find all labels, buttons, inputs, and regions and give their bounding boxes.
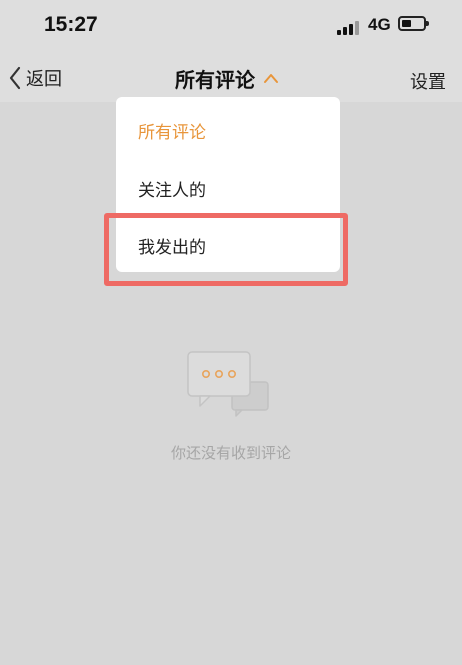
signal-icon bbox=[337, 19, 363, 35]
status-time: 15:27 bbox=[44, 13, 98, 36]
menu-item-following[interactable]: 关注人的 bbox=[116, 159, 340, 217]
chevron-up-icon bbox=[264, 74, 278, 83]
network-type: 4G bbox=[368, 15, 391, 34]
nav-bar: 返回 所有评论 设置 bbox=[0, 52, 462, 102]
page-title: 所有评论 bbox=[175, 67, 255, 92]
comment-bubbles-icon bbox=[187, 351, 269, 417]
back-button[interactable]: 返回 bbox=[8, 64, 62, 92]
status-bar: 15:27 4G bbox=[0, 0, 462, 52]
battery-icon bbox=[398, 16, 429, 31]
title-dropdown-toggle[interactable]: 所有评论 bbox=[175, 64, 279, 92]
empty-state-text: 你还没有收到评论 bbox=[170, 444, 291, 462]
settings-button[interactable]: 设置 bbox=[410, 68, 446, 94]
back-label: 返回 bbox=[26, 69, 62, 90]
chevron-left-icon bbox=[9, 66, 21, 90]
menu-item-all-comments[interactable]: 所有评论 bbox=[116, 101, 340, 159]
highlight-box bbox=[104, 213, 348, 286]
